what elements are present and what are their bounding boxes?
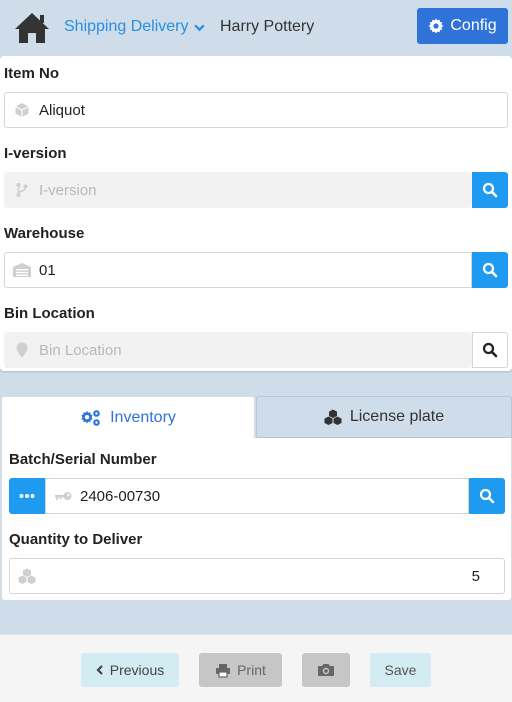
print-label: Print	[237, 662, 266, 678]
item-no-field[interactable]: Aliquot	[4, 92, 508, 128]
search-icon	[482, 182, 498, 198]
batch-serial-value: 2406-00730	[80, 487, 161, 505]
batch-serial-field[interactable]: 2406-00730	[45, 478, 469, 514]
cube-icon	[5, 102, 39, 118]
gear-icon	[428, 18, 444, 34]
camera-icon	[318, 664, 334, 676]
branch-icon	[5, 182, 39, 198]
print-icon	[216, 663, 231, 678]
tab-inventory-label: Inventory	[110, 408, 176, 426]
i-version-label: I-version	[4, 145, 67, 162]
user-name: Harry Pottery	[220, 18, 315, 35]
module-selector[interactable]: Shipping Delivery	[64, 18, 205, 36]
tab-inventory[interactable]: Inventory	[1, 396, 255, 438]
previous-label: Previous	[109, 662, 165, 678]
warehouse-field[interactable]: 01	[4, 252, 472, 288]
config-button[interactable]: Config	[417, 8, 508, 44]
batch-search-button[interactable]	[469, 478, 505, 514]
search-icon	[479, 488, 495, 504]
quantity-label: Quantity to Deliver	[9, 531, 143, 548]
search-icon	[482, 262, 498, 278]
tab-license-plate-label: License plate	[349, 408, 445, 425]
bin-location-label: Bin Location	[4, 305, 95, 322]
item-form-card: Item No Aliquot I-version I-version Ware…	[0, 56, 512, 371]
warehouse-icon	[5, 262, 39, 278]
config-label: Config	[450, 17, 497, 34]
key-icon	[46, 490, 80, 502]
i-version-search-button[interactable]	[472, 172, 508, 208]
top-bar: Shipping Delivery Harry Pottery Config	[0, 0, 512, 56]
print-button[interactable]: Print	[199, 653, 282, 687]
ellipsis-icon	[19, 494, 35, 498]
warehouse-value: 01	[39, 261, 56, 279]
home-icon[interactable]	[13, 11, 51, 45]
quantity-field[interactable]: 5	[9, 558, 505, 594]
i-version-placeholder: I-version	[39, 181, 97, 199]
gears-icon	[81, 409, 100, 426]
tab-license-plate[interactable]: License plate	[256, 396, 512, 438]
chevron-left-icon	[96, 665, 103, 675]
item-no-value: Aliquot	[39, 101, 85, 119]
module-label: Shipping Delivery	[64, 18, 189, 35]
previous-button[interactable]: Previous	[81, 653, 179, 687]
map-marker-icon	[5, 342, 39, 358]
cubes-icon	[324, 409, 342, 425]
chevron-down-icon	[193, 24, 205, 31]
i-version-field[interactable]: I-version	[4, 172, 472, 208]
save-button[interactable]: Save	[370, 653, 431, 687]
save-label: Save	[384, 662, 417, 678]
batch-serial-label: Batch/Serial Number	[9, 451, 157, 468]
bin-location-field[interactable]: Bin Location	[4, 332, 472, 368]
warehouse-label: Warehouse	[4, 225, 85, 242]
cubes-icon	[10, 568, 44, 584]
search-icon	[482, 342, 498, 358]
inventory-card: Batch/Serial Number 2406-00730 Quantity …	[1, 438, 512, 601]
bin-location-placeholder: Bin Location	[39, 341, 122, 359]
item-no-label: Item No	[4, 65, 60, 82]
bin-location-search-button[interactable]	[472, 332, 508, 368]
batch-more-button[interactable]	[9, 478, 45, 514]
footer-bar: Previous Print Save	[0, 634, 512, 702]
quantity-value: 5	[471, 567, 480, 585]
camera-button[interactable]	[302, 653, 350, 687]
warehouse-search-button[interactable]	[472, 252, 508, 288]
